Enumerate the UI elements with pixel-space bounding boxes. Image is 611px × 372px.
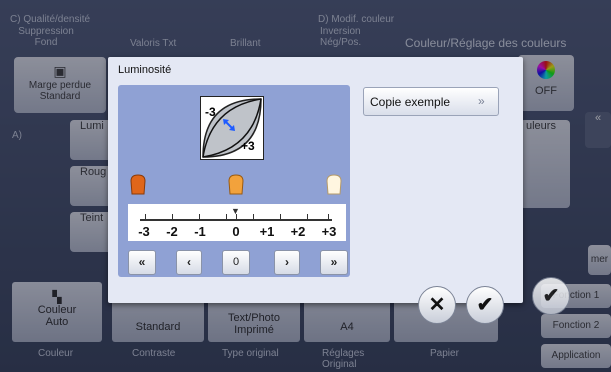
- scale-label: +2: [290, 224, 306, 239]
- scale-label: 0: [232, 224, 240, 239]
- curve-plus-label: +3: [241, 139, 255, 153]
- decrease-max-button[interactable]: «: [128, 250, 156, 275]
- increase-max-button[interactable]: »: [320, 250, 348, 275]
- ok-button[interactable]: ✔: [466, 286, 504, 324]
- value-display: 0: [222, 250, 250, 275]
- double-chevron-right-icon: »: [478, 94, 485, 108]
- light-toast-icon: [324, 173, 344, 200]
- copie-exemple-button[interactable]: Copie exemple »: [363, 87, 499, 116]
- scale-pointer-icon: ▼: [231, 206, 240, 216]
- scale-label: +1: [259, 224, 275, 239]
- dialog-title: Luminosité: [118, 64, 172, 76]
- scale-label: -2: [166, 224, 178, 239]
- copie-exemple-label: Copie exemple: [370, 95, 451, 109]
- curve-minus-label: -3: [205, 105, 216, 119]
- dark-toast-icon: [128, 173, 148, 200]
- decrease-button[interactable]: ‹: [176, 250, 202, 275]
- scale-label: -1: [194, 224, 206, 239]
- increase-button[interactable]: ›: [274, 250, 300, 275]
- scale-label: +3: [321, 224, 337, 239]
- tone-curve-icon: -3 +3: [200, 96, 264, 160]
- background-ok-button: ✔: [532, 277, 570, 315]
- scale-label: -3: [138, 224, 150, 239]
- medium-toast-icon: [226, 173, 246, 200]
- brightness-scale: ▼ -3 -2 -1 0 +1 +2 +3: [128, 204, 346, 241]
- cancel-button[interactable]: ✕: [418, 286, 456, 324]
